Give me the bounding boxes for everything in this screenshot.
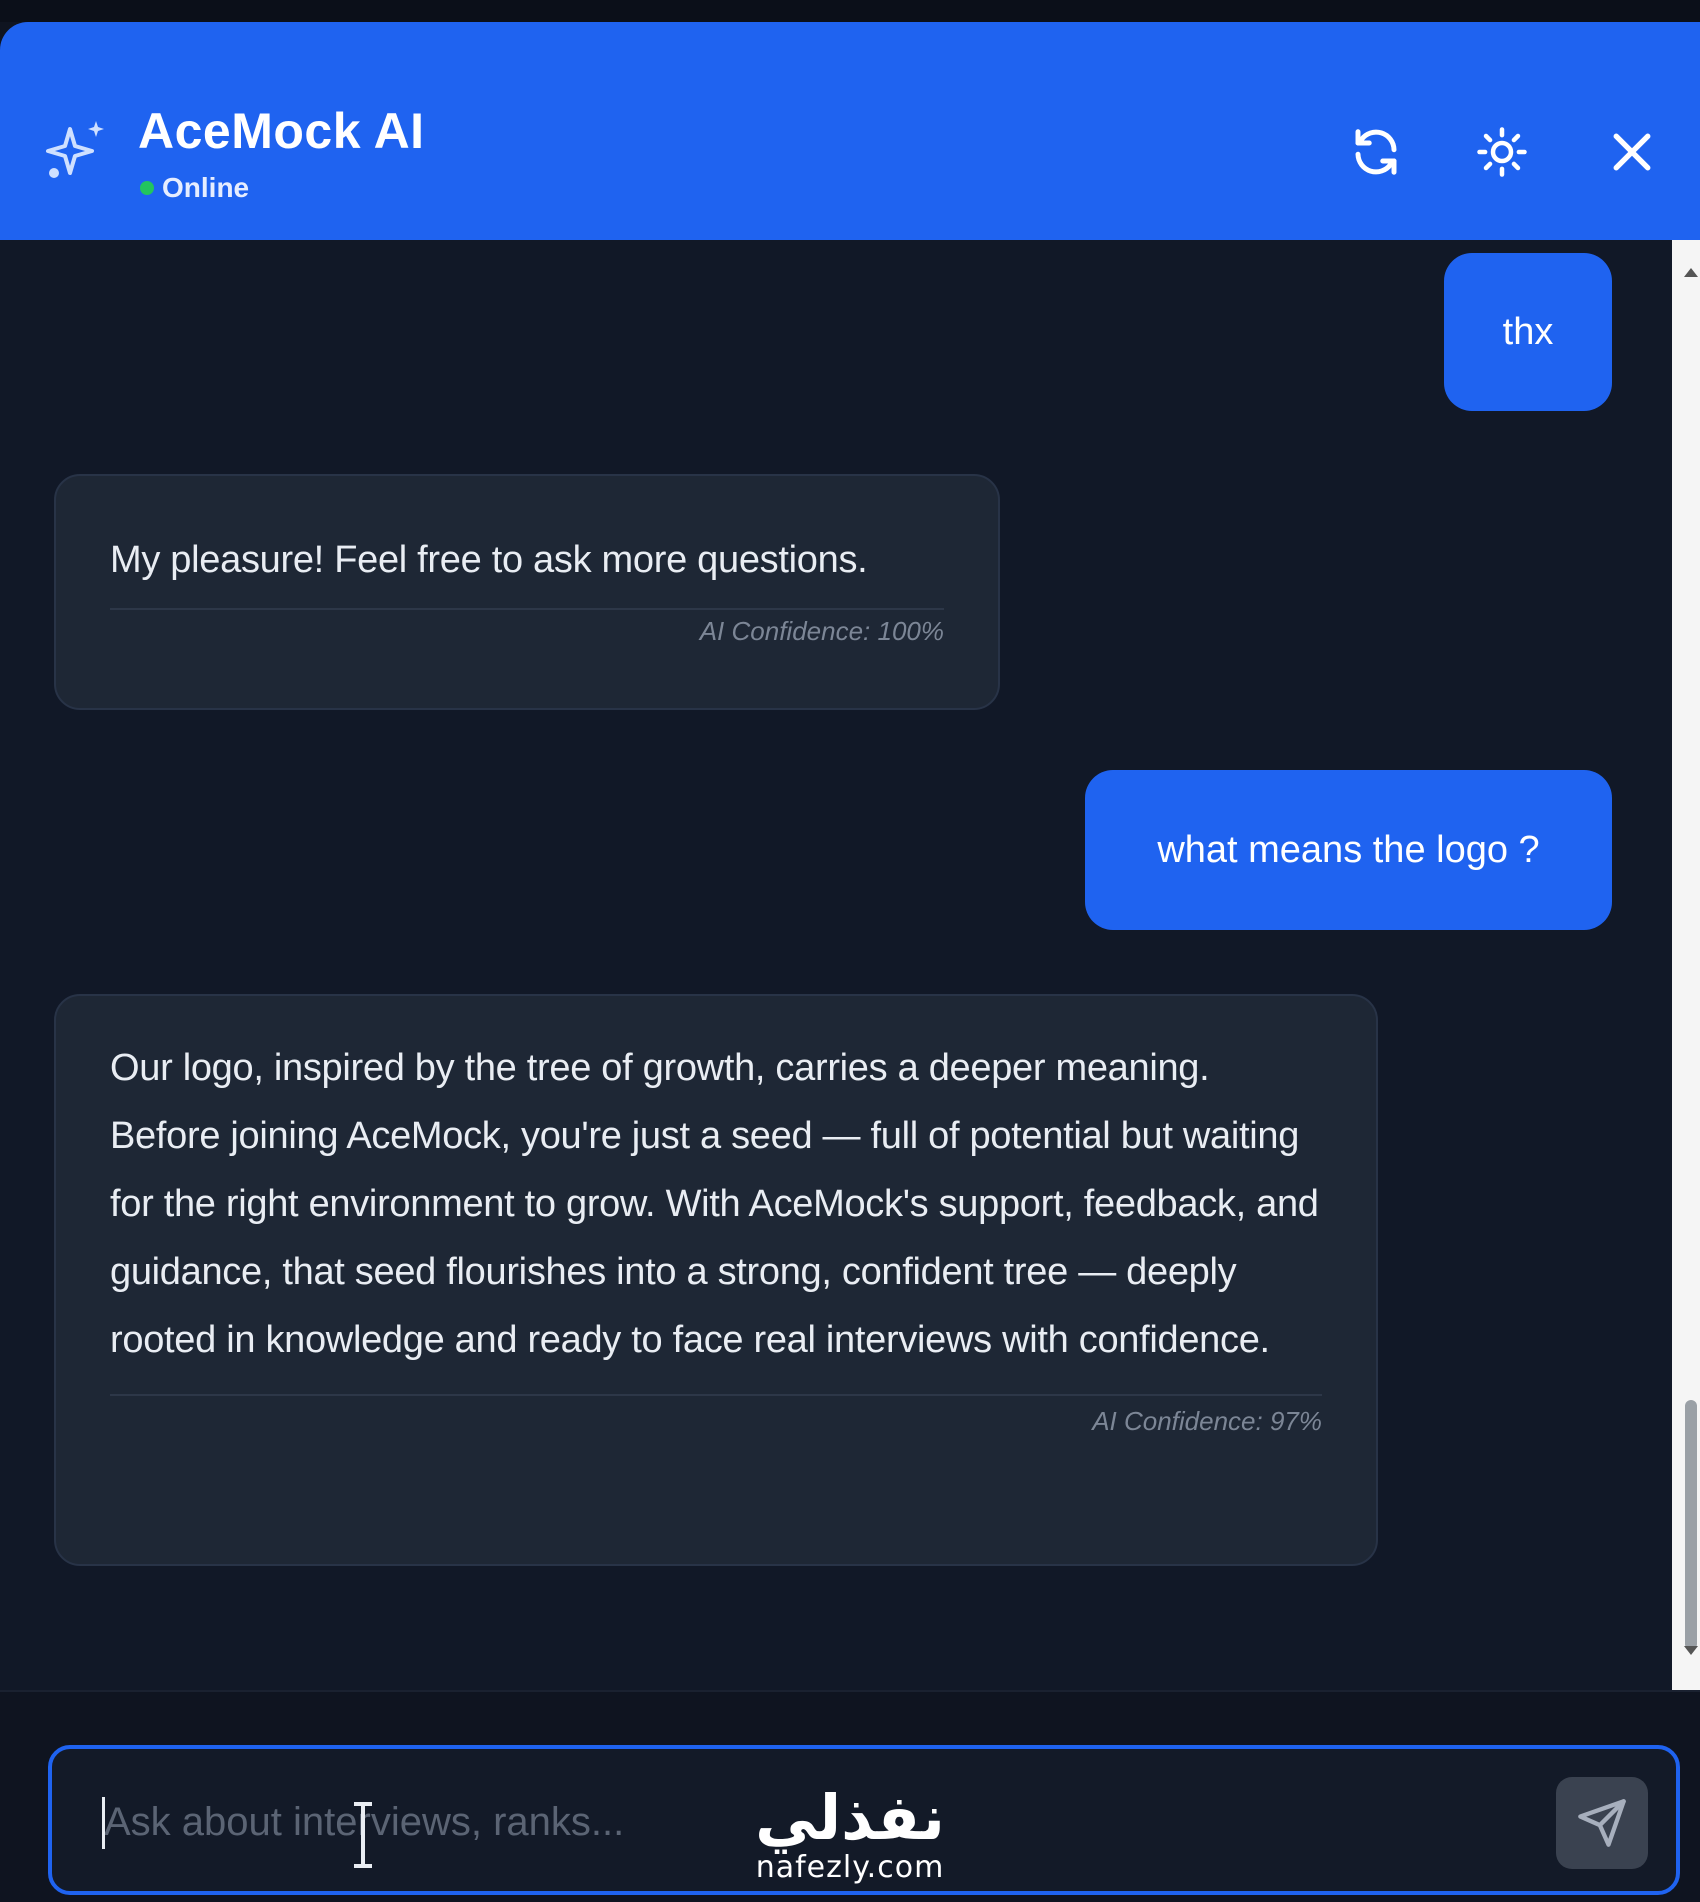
sparkles-icon (46, 121, 104, 178)
status-text: Online (162, 172, 250, 203)
message-divider (110, 608, 944, 610)
close-icon (1613, 133, 1651, 171)
ai-message-text: My pleasure! Feel free to ask more quest… (110, 539, 868, 581)
watermark-latin: nafezly.com (755, 1850, 945, 1885)
scroll-down-arrow-icon[interactable] (1684, 1646, 1698, 1655)
window-top-strip (0, 0, 1700, 22)
chat-title: AceMock AI (138, 103, 425, 159)
scroll-thumb[interactable] (1685, 1400, 1697, 1650)
ai-confidence: AI Confidence: 100% (699, 616, 944, 646)
text-cursor-icon (354, 1802, 372, 1868)
user-message-text: what means the logo ? (1157, 828, 1540, 871)
watermark: نفذلي nafezly.com (740, 1785, 960, 1885)
ai-message-text: Our logo, inspired by the tree of growth… (110, 1047, 1319, 1361)
send-button[interactable] (1556, 1777, 1648, 1869)
theme-toggle-button[interactable] (1472, 122, 1532, 182)
status-dot (140, 181, 154, 195)
user-message-text: thx (1502, 310, 1554, 353)
refresh-icon (1355, 129, 1397, 175)
refresh-button[interactable] (1346, 122, 1406, 182)
ai-confidence: AI Confidence: 97% (1092, 1406, 1322, 1436)
close-button[interactable] (1602, 122, 1662, 182)
user-message: thx (1444, 253, 1612, 411)
watermark-arabic: نفذلي (755, 1781, 945, 1854)
ai-message: My pleasure! Feel free to ask more quest… (54, 474, 1000, 710)
text-caret (102, 1797, 105, 1849)
user-message: what means the logo ? (1085, 770, 1612, 930)
message-divider (110, 1394, 1322, 1396)
chat-header: AceMock AI Online (0, 22, 1700, 240)
scroll-up-arrow-icon[interactable] (1684, 268, 1698, 277)
ai-message: Our logo, inspired by the tree of growth… (54, 994, 1378, 1566)
send-icon (1578, 1799, 1626, 1847)
online-status: Online (140, 172, 249, 204)
sun-icon (1477, 127, 1527, 177)
